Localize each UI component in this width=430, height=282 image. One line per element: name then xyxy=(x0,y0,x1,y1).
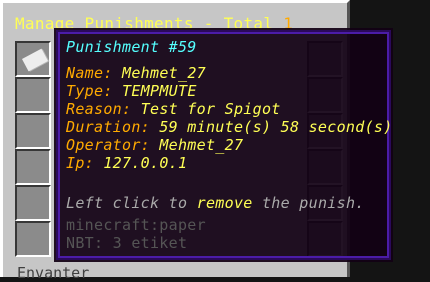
field-reason: Reason: Test for Spigot xyxy=(66,100,281,118)
field-operator-value: Mehmet_27 xyxy=(159,136,244,154)
item-tooltip: Punishment #59 Name: Mehmet_27 Type: TEM… xyxy=(56,30,393,260)
field-ip-label: Ip: xyxy=(66,154,104,172)
inventory-slot-2[interactable] xyxy=(15,77,51,113)
item-id: minecraft:paper xyxy=(66,216,206,234)
inventory-slot-6[interactable] xyxy=(15,221,51,257)
field-ip-value: 127.0.0.1 xyxy=(103,154,188,172)
field-type: Type: TEMPMUTE xyxy=(66,82,197,100)
field-reason-label: Reason: xyxy=(66,100,141,118)
field-duration-label: Duration: xyxy=(66,118,160,136)
field-name-label: Name: xyxy=(66,64,122,82)
tooltip-heading: Punishment #59 xyxy=(66,38,197,56)
inventory-label: Envanter xyxy=(17,264,90,282)
click-hint: Left click to remove the punish. xyxy=(66,194,365,212)
field-name: Name: Mehmet_27 xyxy=(66,64,206,82)
field-reason-value: Test for Spigot xyxy=(140,100,281,118)
field-ip: Ip: 127.0.0.1 xyxy=(66,154,187,172)
field-type-label: Type: xyxy=(66,82,122,100)
field-type-value: TEMPMUTE xyxy=(122,82,197,100)
field-operator-label: Operator: xyxy=(66,136,160,154)
paper-icon xyxy=(22,48,48,72)
field-duration: Duration: 59 minute(s) 58 second(s) xyxy=(66,118,393,136)
hint-prefix: Left click to xyxy=(66,194,197,212)
hint-action: remove xyxy=(196,194,253,212)
field-duration-value: 59 minute(s) 58 second(s) xyxy=(159,118,393,136)
field-name-value: Mehmet_27 xyxy=(122,64,206,82)
inventory-slot-5[interactable] xyxy=(15,185,51,221)
field-operator: Operator: Mehmet_27 xyxy=(66,136,243,154)
inventory-slot-1[interactable] xyxy=(15,41,51,77)
inventory-slot-4[interactable] xyxy=(15,149,51,185)
hint-suffix: the punish. xyxy=(252,194,365,212)
nbt-count: NBT: 3 etiket xyxy=(66,234,188,252)
inventory-slot-3[interactable] xyxy=(15,113,51,149)
